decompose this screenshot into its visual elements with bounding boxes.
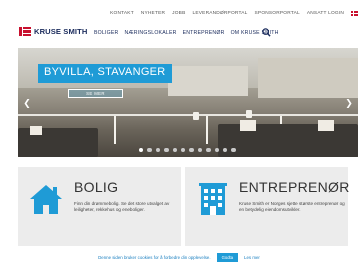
logo-text: KRUSE SMITH — [34, 27, 88, 36]
card-text: Kruse Smith er Norges sjette største ent… — [239, 201, 345, 213]
cookie-text: Denne siden bruker cookies for å forbedr… — [98, 255, 211, 260]
search-icon[interactable] — [262, 28, 271, 37]
building-icon — [199, 183, 227, 215]
slider-dot[interactable] — [231, 148, 236, 153]
see-more-button[interactable]: SE MER — [68, 89, 123, 98]
slider-dot[interactable] — [155, 148, 161, 153]
top-link-jobb[interactable]: JOBB — [172, 11, 185, 16]
main-navbar: KRUSE SMITH BOLIGER NÆRINGSLOKALER ENTRE… — [0, 26, 358, 40]
main-nav: BOLIGER NÆRINGSLOKALER ENTREPRENØR OM KR… — [94, 30, 279, 36]
house-icon — [30, 185, 62, 214]
nav-item-entreprenor[interactable]: ENTREPRENØR — [183, 30, 225, 36]
slider-dot[interactable] — [206, 148, 211, 153]
slider-prev-arrow-icon[interactable]: ❮ — [22, 96, 32, 110]
slider-dot[interactable] — [147, 148, 152, 153]
card-text: Finn din drømmebolig. Se det store utval… — [74, 201, 170, 213]
logo[interactable]: KRUSE SMITH — [19, 27, 87, 36]
kruse-smith-logo-icon — [19, 27, 31, 36]
nav-item-naeringslokaler[interactable]: NÆRINGSLOKALER — [124, 30, 176, 36]
slider-pagination — [139, 148, 236, 153]
top-link-leverandorportal[interactable]: LEVERANDØRPORTAL — [193, 11, 248, 16]
top-link-kontakt[interactable]: KONTAKT — [110, 11, 134, 16]
top-link-nyheter[interactable]: NYHETER — [141, 11, 165, 16]
slider-dot[interactable] — [189, 148, 194, 153]
top-link-sponsorportal[interactable]: SPONSORPORTAL — [255, 11, 300, 16]
bolig-card[interactable]: BOLIG Finn din drømmebolig. Se det store… — [18, 167, 181, 246]
entreprenor-card[interactable]: ENTREPRENØR Kruse Smith er Norges sjette… — [185, 167, 350, 246]
slider-dot[interactable] — [139, 148, 144, 153]
cookie-accept-button[interactable]: Godta — [216, 253, 239, 262]
slider-dot[interactable] — [180, 148, 186, 153]
slider-dot[interactable] — [222, 148, 228, 153]
top-link-ansatt-login[interactable]: ANSATT LOGIN — [307, 11, 344, 16]
hero-title: BYVILLA, STAVANGER — [44, 66, 166, 78]
top-links: KONTAKT NYHETER JOBB LEVERANDØRPORTAL SP… — [110, 11, 358, 16]
nav-item-boliger[interactable]: BOLIGER — [94, 30, 118, 36]
slider-dot[interactable] — [172, 148, 177, 153]
slider-dot[interactable] — [197, 148, 203, 153]
card-title: ENTREPRENØR — [239, 179, 350, 195]
slider-dot[interactable] — [164, 148, 169, 153]
cookie-read-more-link[interactable]: Les mer — [244, 255, 260, 260]
slider-dot[interactable] — [214, 148, 219, 153]
card-title: BOLIG — [74, 179, 119, 195]
nav-item-om-kruse-smith[interactable]: OM KRUSE SMITH — [231, 30, 279, 36]
hero-slider[interactable]: BYVILLA, STAVANGER SE MER — [18, 48, 358, 157]
norway-flag-icon[interactable] — [351, 11, 358, 16]
top-utility-bar: KONTAKT NYHETER JOBB LEVERANDØRPORTAL SP… — [0, 0, 358, 26]
cookie-banner: Denne siden bruker cookies for å forbedr… — [0, 250, 358, 266]
slider-next-arrow-icon[interactable]: ❯ — [344, 96, 354, 110]
